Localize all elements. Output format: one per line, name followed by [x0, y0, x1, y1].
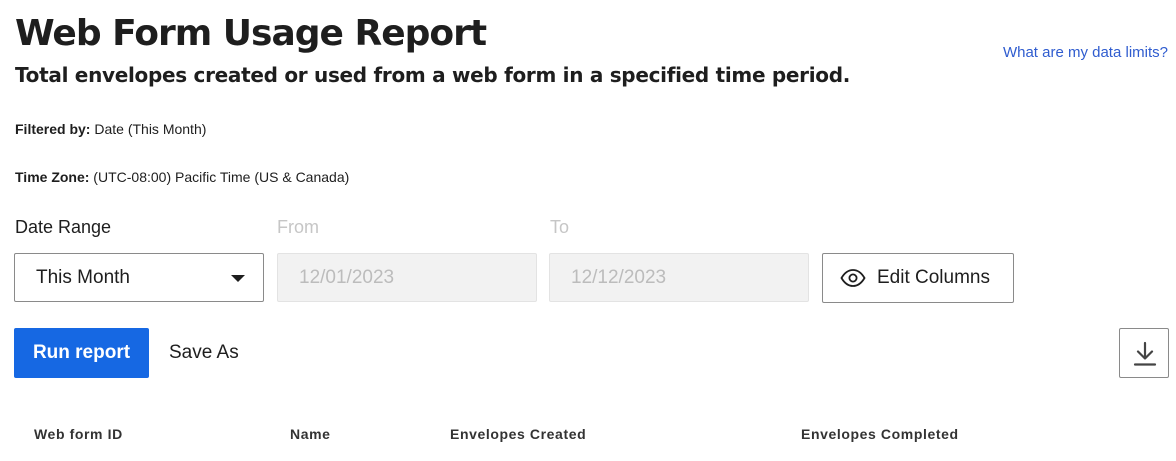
column-header-name[interactable]: Name [290, 426, 331, 442]
time-zone-value: (UTC-08:00) Pacific Time (US & Canada) [89, 169, 350, 185]
filtered-by-label: Filtered by: [15, 121, 91, 137]
eye-icon [840, 268, 866, 293]
to-date-input[interactable] [549, 253, 809, 302]
time-zone-line: Time Zone: (UTC-08:00) Pacific Time (US … [15, 169, 349, 185]
run-report-button[interactable]: Run report [14, 328, 149, 378]
date-range-select[interactable]: This Month [14, 253, 264, 302]
save-as-button[interactable]: Save As [169, 342, 239, 364]
page-title: Web Form Usage Report [15, 13, 487, 54]
from-date-input[interactable] [277, 253, 537, 302]
caret-down-icon [231, 275, 245, 282]
column-header-envelopes-created[interactable]: Envelopes Created [450, 426, 586, 442]
date-range-value: This Month [36, 267, 130, 288]
download-icon [1133, 341, 1157, 366]
run-report-label: Run report [32, 342, 131, 363]
date-range-label: Date Range [15, 217, 112, 237]
edit-columns-button[interactable]: Edit Columns [822, 253, 1014, 303]
download-button[interactable] [1119, 328, 1169, 378]
page-subtitle: Total envelopes created or used from a w… [15, 63, 851, 87]
edit-columns-label: Edit Columns [877, 267, 990, 288]
time-zone-label: Time Zone: [15, 169, 90, 185]
column-header-web-form-id[interactable]: Web form ID [34, 426, 123, 442]
from-label: From [277, 217, 319, 237]
column-header-envelopes-completed[interactable]: Envelopes Completed [801, 426, 959, 442]
filtered-by-line: Filtered by: Date (This Month) [15, 121, 206, 137]
to-label: To [550, 217, 570, 237]
filtered-by-value: Date (This Month) [90, 121, 207, 137]
data-limits-link[interactable]: What are my data limits? [1003, 44, 1168, 61]
